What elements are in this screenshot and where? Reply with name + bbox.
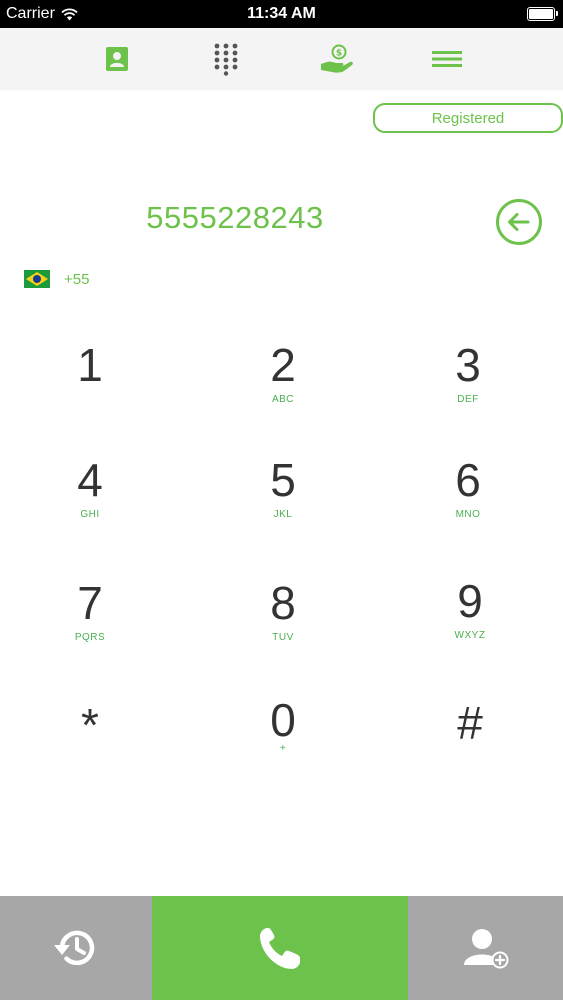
key-letters: TUV	[272, 632, 294, 643]
history-button[interactable]	[0, 896, 152, 1000]
nav-menu-button[interactable]	[430, 42, 464, 76]
key-letters: MNO	[455, 509, 481, 520]
key-letters: PQRS	[74, 632, 106, 643]
key-7[interactable]: 7 PQRS	[30, 580, 150, 680]
key-digit: #	[457, 697, 483, 749]
key-5[interactable]: 5 JKL	[223, 457, 343, 557]
dialed-number-display: 5555228243	[146, 200, 324, 235]
nav-contacts-button[interactable]	[100, 42, 134, 76]
backspace-button[interactable]	[495, 198, 543, 246]
key-digit: 4	[77, 454, 103, 506]
key-digit: 8	[270, 577, 296, 629]
key-6[interactable]: 6 MNO	[408, 457, 528, 557]
nav-credit-button[interactable]: $	[320, 42, 354, 76]
history-icon	[54, 930, 95, 966]
key-letters: +	[279, 743, 287, 754]
key-digit: 5	[270, 454, 296, 506]
brazil-flag-icon	[24, 270, 50, 288]
key-letters: WXYZ	[454, 630, 486, 641]
key-digit: 9	[457, 575, 483, 627]
key-letters: ABC	[271, 394, 295, 405]
call-button[interactable]	[152, 896, 408, 1000]
key-2[interactable]: 2 ABC	[223, 342, 343, 442]
key-letters: GHI	[80, 509, 100, 520]
key-letters: DEF	[457, 394, 479, 405]
key-1[interactable]: 1	[30, 342, 150, 442]
key-hash[interactable]: #	[410, 700, 530, 800]
menu-icon	[432, 51, 462, 67]
key-digit: 7	[77, 577, 103, 629]
nav-dialpad-button[interactable]	[209, 42, 243, 76]
key-digit: 0	[270, 694, 296, 746]
country-selector[interactable]: +55	[24, 270, 89, 288]
svg-text:$: $	[336, 49, 342, 59]
add-contact-icon	[463, 929, 508, 969]
key-digit: 2	[270, 339, 296, 391]
status-time: 11:34 AM	[247, 5, 316, 22]
key-letters: JKL	[273, 509, 293, 520]
key-9[interactable]: 9 WXYZ	[410, 578, 530, 678]
battery-icon	[527, 7, 558, 21]
top-nav: $	[0, 28, 563, 90]
backspace-icon	[496, 199, 542, 245]
registration-status-label: Registered	[431, 109, 505, 127]
key-digit: *	[81, 699, 99, 751]
key-3[interactable]: 3 DEF	[408, 342, 528, 442]
key-8[interactable]: 8 TUV	[223, 580, 343, 680]
phone-icon	[260, 928, 300, 969]
dialpad-icon	[214, 43, 238, 76]
add-contact-button[interactable]	[408, 896, 563, 1000]
country-code: +55	[64, 270, 90, 288]
money-hand-icon: $	[321, 44, 353, 73]
status-bar: Carrier 11:34 AM	[0, 0, 563, 28]
bottom-action-bar	[0, 896, 563, 1000]
registration-status-badge: Registered	[373, 103, 563, 133]
key-digit: 3	[455, 339, 481, 391]
key-4[interactable]: 4 GHI	[30, 457, 150, 557]
key-star[interactable]: *	[30, 702, 150, 802]
key-0[interactable]: 0 +	[223, 697, 343, 797]
key-digit: 6	[455, 454, 481, 506]
contacts-icon	[106, 47, 128, 71]
key-digit: 1	[77, 339, 103, 391]
